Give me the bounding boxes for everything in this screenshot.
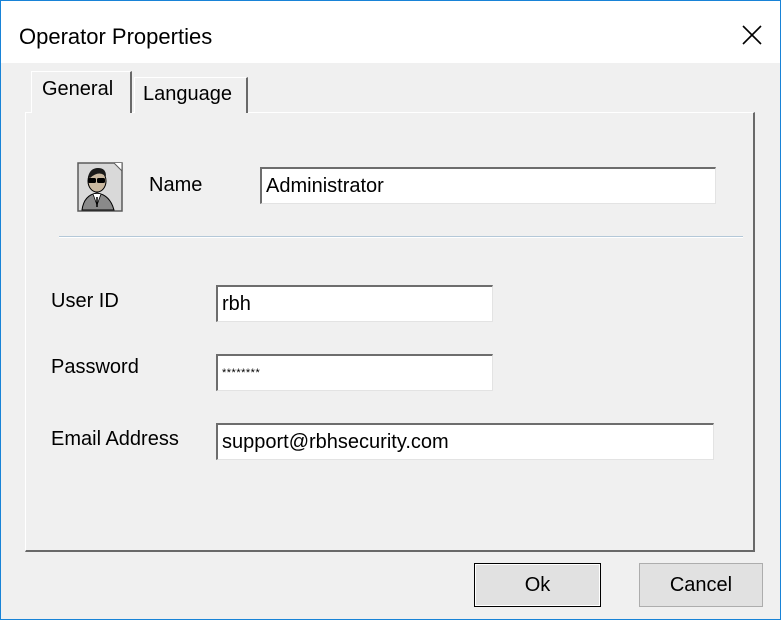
- user-id-label: User ID: [51, 290, 119, 312]
- password-label: Password: [51, 356, 139, 378]
- tab-general[interactable]: General: [31, 71, 132, 113]
- email-address-label: Email Address: [51, 428, 179, 450]
- user-id-field[interactable]: [216, 285, 493, 322]
- operator-avatar-icon: [76, 161, 126, 213]
- name-label: Name: [149, 174, 203, 196]
- section-divider: [59, 236, 743, 238]
- window-title: Operator Properties: [19, 24, 213, 49]
- ok-button[interactable]: Ok: [474, 563, 601, 607]
- title-bar: Operator Properties: [1, 1, 780, 63]
- tab-language-label: Language: [143, 83, 232, 105]
- close-icon: [742, 25, 762, 45]
- close-button[interactable]: [732, 15, 772, 55]
- cancel-button[interactable]: Cancel: [639, 563, 763, 607]
- tab-general-label: General: [42, 78, 114, 100]
- tab-language[interactable]: Language: [134, 77, 248, 113]
- password-field[interactable]: [216, 354, 493, 391]
- operator-properties-dialog: Operator Properties General Language Nam…: [0, 0, 781, 620]
- name-field[interactable]: [260, 167, 716, 204]
- email-address-field[interactable]: [216, 423, 714, 460]
